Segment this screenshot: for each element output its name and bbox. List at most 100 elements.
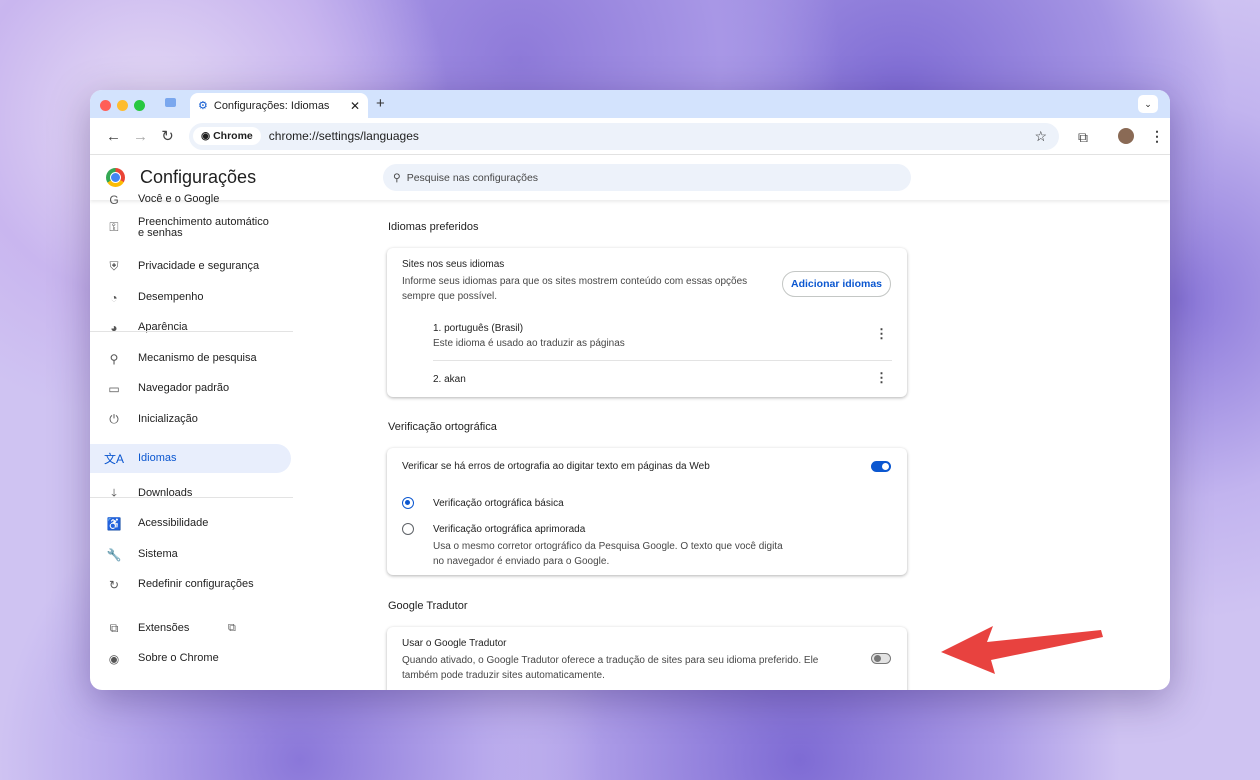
sidebar-icon: ◔ (110, 290, 118, 305)
spellcheck-card: Verificar se há erros de ortografia ao d… (387, 448, 907, 575)
tab-title: Configurações: Idiomas (213, 99, 330, 112)
tab-strip: ⚙ Configurações: Idiomas ✕ + ⌄ (90, 90, 1170, 118)
enhanced-spellcheck-radio[interactable] (402, 523, 414, 535)
translate-card: Usar o Google Tradutor Quando ativado, o… (387, 627, 907, 690)
divider (433, 360, 892, 361)
add-languages-button[interactable]: Adicionar idiomas (782, 271, 891, 297)
sidebar-icon: ◉ (108, 651, 120, 666)
sidebar-icon: ♿ (106, 516, 122, 531)
tab-group-icon[interactable] (165, 98, 176, 107)
sidebar-item-label: Sistema (138, 548, 178, 560)
sidebar-item-downloads[interactable]: ⤓ Downloads (90, 479, 291, 508)
chip-label: Chrome (213, 130, 253, 142)
sidebar-icon: ⧉ (109, 621, 119, 635)
sidebar-item-label: Inicialização (138, 413, 198, 425)
enhanced-label: Verificação ortográfica aprimorada (433, 524, 586, 535)
bookmark-star-icon[interactable]: ☆ (1034, 128, 1047, 145)
sidebar-item-mecanismo[interactable]: ⚲ Mecanismo de pesquisa (90, 344, 291, 373)
sidebar-item-sobre[interactable]: ◉ Sobre o Chrome (90, 644, 291, 673)
sidebar-item-sistema[interactable]: 🔧 Sistema (90, 540, 291, 569)
language-name: 1. português (Brasil) (433, 323, 524, 334)
section-title-languages: Idiomas preferidos (388, 221, 479, 233)
card-description: Informe seus idiomas para que os sites m… (402, 276, 748, 302)
basic-label: Verificação ortográfica básica (433, 498, 564, 509)
basic-spellcheck-radio[interactable] (402, 497, 414, 509)
search-placeholder: Pesquise nas configurações (406, 171, 539, 184)
section-title-translate: Google Tradutor (388, 600, 468, 612)
card-title: Sites nos seus idiomas (402, 259, 505, 270)
sidebar-icon: ⏻ (109, 412, 119, 426)
sidebar-icon: ↻ (108, 577, 120, 592)
red-arrow-annotation (941, 626, 1103, 674)
translate-toggle[interactable] (871, 653, 891, 664)
sidebar-item-label: Extensões (138, 622, 190, 634)
gear-icon: ⚙ (198, 100, 208, 112)
translate-description: Quando ativado, o Google Tradutor oferec… (402, 655, 819, 681)
section-title-spellcheck: Verificação ortográfica (388, 421, 497, 433)
chrome-icon: ◉ (201, 130, 214, 142)
sidebar-divider (90, 497, 293, 498)
sidebar-icon: ◕ (110, 320, 118, 335)
language-more-icon[interactable]: ⋮ (875, 370, 888, 386)
close-tab-icon[interactable]: ✕ (350, 99, 360, 113)
settings-search-input[interactable]: ⚲ Pesquise nas configurações (383, 164, 911, 191)
sidebar-divider (90, 331, 293, 332)
sidebar-item-idiomas[interactable]: 文A Idiomas (90, 444, 291, 473)
sidebar-icon: ⤓ (111, 486, 117, 500)
sidebar-item-redefinir[interactable]: ↻ Redefinir configurações (90, 570, 291, 599)
language-name: 2. akan (433, 374, 466, 385)
search-icon: ⚲ (393, 171, 401, 184)
sidebar-icon: 🔧 (106, 547, 122, 562)
spellcheck-toggle[interactable] (871, 461, 891, 472)
sidebar-item-label: Acessibilidade (138, 517, 209, 529)
sidebar-item-label: Desempenho (138, 291, 204, 303)
url-text: chrome://settings/languages (268, 129, 419, 143)
sidebar-item-label: Privacidade e segurança (138, 260, 260, 272)
close-window-button[interactable] (100, 100, 111, 111)
sidebar-icon: ⚲ (109, 351, 119, 366)
sidebar-item-label: Preenchimento automático e senhas (138, 215, 269, 239)
new-tab-button[interactable]: + (376, 95, 385, 112)
spellcheck-toggle-label: Verificar se há erros de ortografia ao d… (402, 461, 710, 472)
tab-search-chevron-down-icon[interactable]: ⌄ (1138, 95, 1158, 113)
sidebar-icon: G (109, 192, 119, 207)
reload-icon[interactable]: ↻ (154, 127, 181, 145)
browser-window: ⚙ Configurações: Idiomas ✕ + ⌄ ← → ↻ ◉ C… (90, 90, 1170, 690)
sidebar-icon: ⚿ (109, 220, 119, 234)
external-link-icon[interactable]: ⧉ (228, 622, 236, 635)
extensions-icon[interactable]: ⧉ (1078, 129, 1088, 146)
sidebar-item-label: Você e o Google (138, 193, 220, 205)
language-more-icon[interactable]: ⋮ (875, 326, 888, 342)
translate-title: Usar o Google Tradutor (402, 638, 507, 649)
toolbar: ← → ↻ ◉ Chrome chrome://settings/languag… (90, 118, 1170, 155)
sidebar-item-label: Mecanismo de pesquisa (138, 352, 257, 364)
avatar[interactable] (1118, 128, 1134, 144)
sidebar-item-label: Redefinir configurações (138, 578, 254, 590)
sidebar-item-label: Navegador padrão (138, 382, 230, 394)
maximize-window-button[interactable] (134, 100, 145, 111)
sidebar-icon: 文A (103, 452, 124, 466)
sidebar-item-extensoes[interactable]: ⧉ Extensões ⧉ (90, 614, 291, 643)
address-bar[interactable]: ◉ Chrome chrome://settings/languages ☆ (189, 122, 1059, 150)
sidebar-item-acessibilidade[interactable]: ♿ Acessibilidade (90, 509, 291, 538)
enhanced-description: Usa o mesmo corretor ortográfico da Pesq… (433, 541, 783, 567)
arrow-icon (941, 626, 1103, 674)
sidebar-item-privacidade[interactable]: ⛨ Privacidade e segurança (90, 252, 291, 281)
forward-icon[interactable]: → (127, 128, 154, 145)
sidebar-item-preenchimento[interactable]: ⚿ Preenchimento automático e senhas (90, 213, 291, 242)
language-note: Este idioma é usado ao traduzir as págin… (433, 338, 625, 349)
sidebar-item-voce[interactable]: G Você e o Google (90, 185, 291, 214)
sidebar-item-aparencia[interactable]: ◕ Aparência (90, 313, 291, 342)
languages-card: Sites nos seus idiomas Informe seus idio… (387, 248, 907, 397)
minimize-window-button[interactable] (117, 100, 128, 111)
sidebar-item-navegador[interactable]: ▭ Navegador padrão (90, 374, 291, 403)
sidebar-item-inicializacao[interactable]: ⏻ Inicialização (90, 405, 291, 434)
sidebar-item-desempenho[interactable]: ◔ Desempenho (90, 283, 291, 312)
back-icon[interactable]: ← (100, 128, 127, 145)
tab-settings[interactable]: ⚙ Configurações: Idiomas ✕ (190, 93, 368, 118)
sidebar-icon: ⛨ (109, 259, 119, 273)
sidebar-icon: ▭ (108, 381, 120, 396)
sidebar-item-label: Idiomas (138, 452, 177, 464)
menu-kebab-icon[interactable]: ⋮ (1150, 128, 1164, 145)
site-chip[interactable]: ◉ Chrome (193, 127, 261, 145)
